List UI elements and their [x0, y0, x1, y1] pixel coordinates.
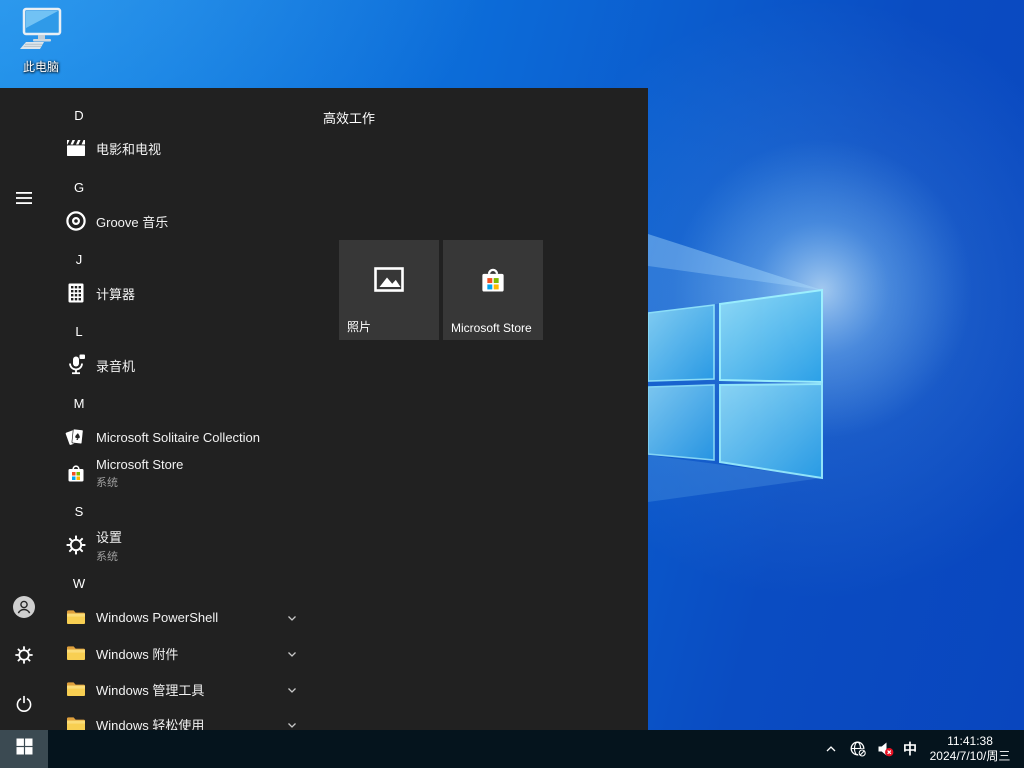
hamburger-icon[interactable] [0, 184, 48, 212]
section-letter-label: W [68, 576, 90, 591]
app-item-label: Microsoft Store [96, 457, 308, 472]
section-letter-label: J [68, 252, 90, 267]
recorder-icon [64, 353, 88, 377]
app-list-folder-item[interactable]: Windows 管理工具 [48, 671, 348, 707]
tile-group-label: 高效工作 [323, 108, 375, 127]
tile-microsoft-store[interactable]: Microsoft Store [443, 240, 543, 340]
section-letter-label: L [68, 324, 90, 339]
app-item-label: 计算器 [96, 284, 308, 303]
app-item-text: 计算器 [96, 284, 308, 303]
chevron-down-icon[interactable] [286, 611, 298, 623]
tile-group: 照片 Microsoft Store [339, 240, 543, 340]
app-list-section-letter[interactable]: D [48, 97, 348, 133]
desktop: 此电脑 [0, 0, 1024, 768]
chevron-down-icon[interactable] [286, 647, 298, 659]
app-item-text: Microsoft Solitaire Collection [96, 430, 308, 445]
folder-icon [64, 677, 88, 701]
photos-icon [371, 262, 407, 303]
windows-logo-icon [16, 738, 33, 760]
section-letter-label: G [68, 180, 90, 195]
clock-date: 2024/7/10/周三 [926, 749, 1014, 764]
app-item-text: Windows 管理工具 [96, 680, 308, 699]
app-list-folder-item[interactable]: Windows PowerShell [48, 599, 348, 635]
start-menu-app-list: D 电影和电视 G Groove 音乐 J 计算器 L 录音机 M Microsoft Solit… [48, 88, 348, 730]
app-item-text: Windows PowerShell [96, 610, 308, 625]
app-list-section-letter[interactable]: G [48, 169, 348, 205]
app-item-text: 电影和电视 [96, 139, 308, 158]
app-list-app-item[interactable]: 计算器 [48, 275, 348, 311]
this-pc-desktop-icon[interactable]: 此电脑 [8, 6, 74, 75]
section-letter-label: M [68, 396, 90, 411]
start-button[interactable] [0, 730, 48, 768]
gear-icon[interactable] [0, 635, 48, 675]
this-pc-label: 此电脑 [8, 58, 74, 75]
section-letter-label: D [68, 108, 90, 123]
app-list-section-letter[interactable]: J [48, 241, 348, 277]
tile-photos[interactable]: 照片 [339, 240, 439, 340]
chevron-down-icon[interactable] [286, 683, 298, 695]
folder-icon [64, 605, 88, 629]
network-no-internet-icon[interactable] [849, 740, 867, 758]
app-list-section-letter[interactable]: W [48, 565, 348, 601]
app-item-label: 录音机 [96, 356, 308, 375]
app-list-folder-item[interactable]: Windows 附件 [48, 635, 348, 671]
taskbar-empty-area [48, 730, 822, 768]
section-letter-label: S [68, 504, 90, 519]
app-list-app-item[interactable]: Groove 音乐 [48, 203, 348, 239]
app-list-app-item[interactable]: Microsoft Store 系统 [48, 450, 348, 496]
app-item-label: Windows PowerShell [96, 610, 308, 625]
taskbar-clock[interactable]: 11:41:38 2024/7/10/周三 [926, 734, 1014, 764]
app-item-label: 设置 [96, 527, 308, 546]
movies-tv-icon [64, 136, 88, 160]
start-menu-rail [0, 88, 48, 730]
calculator-icon [64, 281, 88, 305]
clock-time: 11:41:38 [926, 734, 1014, 749]
ime-indicator[interactable]: 中 [903, 739, 917, 759]
app-item-label: Windows 附件 [96, 644, 308, 663]
user-avatar-icon[interactable] [0, 587, 48, 627]
power-icon[interactable] [0, 684, 48, 724]
store-icon [476, 263, 510, 302]
app-item-text: Microsoft Store 系统 [96, 457, 308, 490]
chevron-down-icon[interactable] [286, 718, 298, 730]
app-list-app-item[interactable]: 设置系统 [48, 522, 348, 568]
app-item-label: 电影和电视 [96, 139, 308, 158]
tile-label: Microsoft Store [451, 321, 539, 335]
tray-chevron-up-icon[interactable] [822, 740, 840, 758]
app-list-app-item[interactable]: 录音机 [48, 347, 348, 383]
app-item-text: Windows 附件 [96, 644, 308, 663]
app-item-text: Groove 音乐 [96, 212, 308, 231]
start-menu: D 电影和电视 G Groove 音乐 J 计算器 L 录音机 M Microsoft Solit… [0, 88, 648, 730]
taskbar: 中 11:41:38 2024/7/10/周三 [0, 730, 1024, 768]
app-list-app-item[interactable]: 电影和电视 [48, 130, 348, 166]
app-item-sublabel: 系统 [96, 474, 308, 490]
app-item-label: Windows 管理工具 [96, 680, 308, 699]
tile-label: 照片 [347, 318, 435, 335]
app-list-section-letter[interactable]: L [48, 313, 348, 349]
this-pc-icon [17, 39, 65, 56]
solitaire-icon [64, 425, 88, 449]
system-tray: 中 11:41:38 2024/7/10/周三 [822, 730, 1024, 768]
app-list-section-letter[interactable]: M [48, 385, 348, 421]
app-item-label: Groove 音乐 [96, 212, 308, 231]
groove-icon [64, 209, 88, 233]
folder-icon [64, 641, 88, 665]
app-item-text: 录音机 [96, 356, 308, 375]
store-icon [64, 461, 88, 485]
app-item-label: Microsoft Solitaire Collection [96, 430, 308, 445]
app-item-text: 设置系统 [96, 527, 308, 564]
app-item-sublabel: 系统 [96, 548, 308, 564]
gear-icon [64, 533, 88, 557]
volume-muted-icon[interactable] [876, 740, 894, 758]
